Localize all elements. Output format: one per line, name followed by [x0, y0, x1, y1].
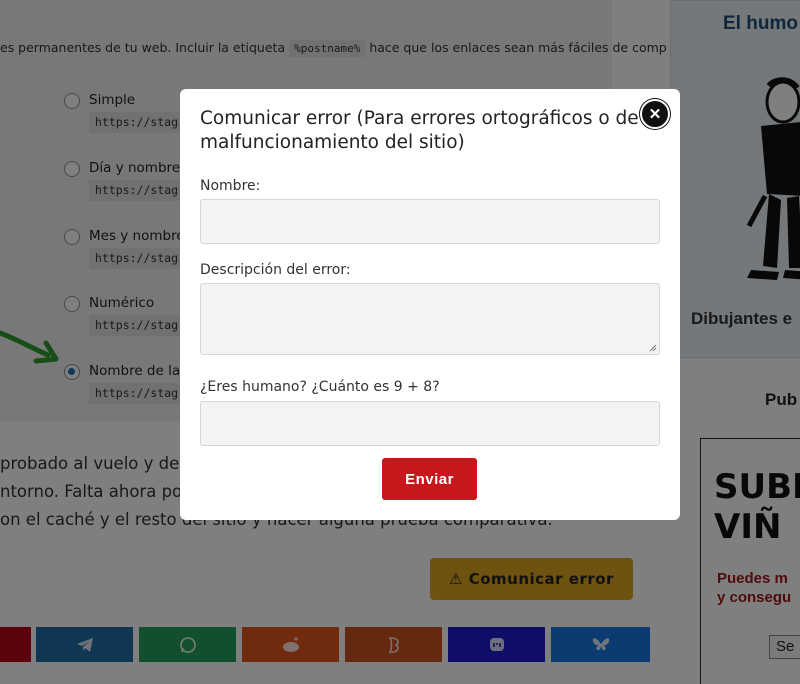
captcha-input[interactable]	[200, 401, 660, 446]
description-label: Descripción del error:	[200, 262, 351, 278]
name-label: Nombre:	[200, 178, 261, 194]
close-button[interactable]: ✕	[640, 99, 670, 129]
close-icon: ✕	[648, 106, 662, 123]
report-error-modal: Comunicar error (Para errores ortográfic…	[180, 89, 680, 520]
name-input[interactable]	[200, 199, 660, 244]
description-textarea[interactable]	[200, 283, 660, 355]
submit-button[interactable]: Enviar	[382, 458, 477, 500]
modal-title: Comunicar error (Para errores ortográfic…	[200, 108, 639, 153]
resize-grip-icon[interactable]	[648, 343, 657, 352]
captcha-label: ¿Eres humano? ¿Cuánto es 9 + 8?	[200, 379, 440, 395]
